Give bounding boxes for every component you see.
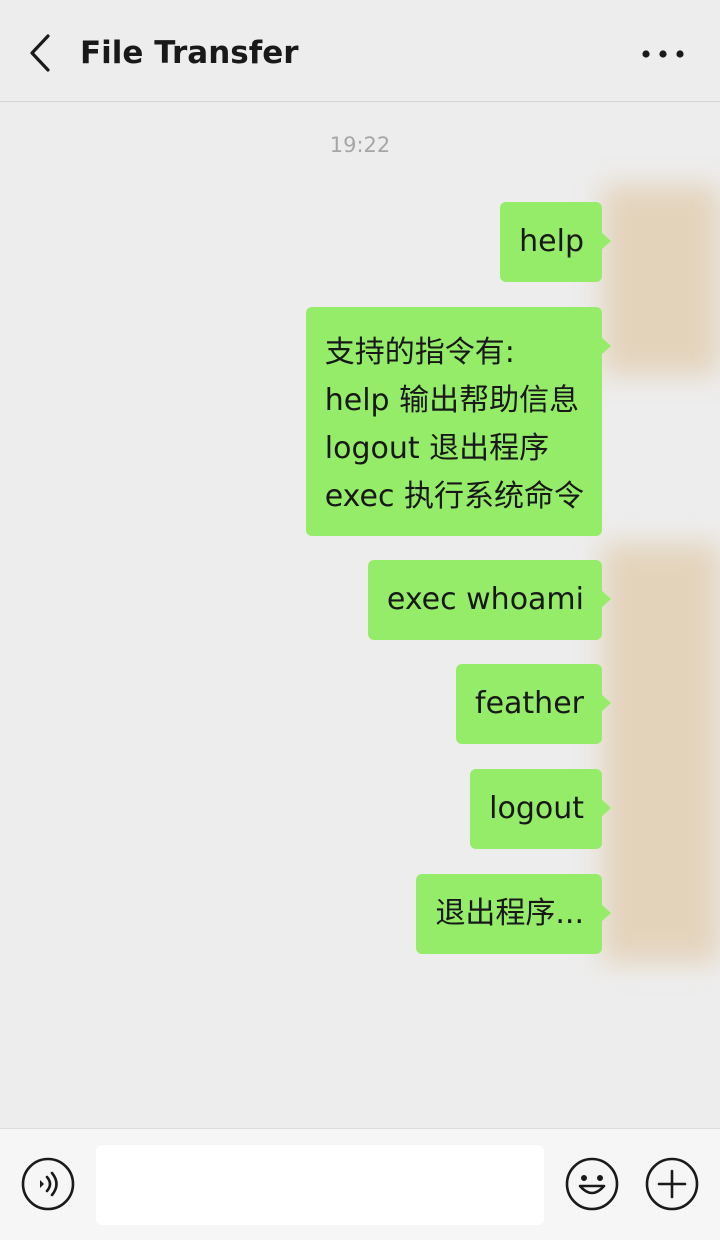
- more-button[interactable]: [640, 40, 686, 68]
- emoji-button[interactable]: [564, 1156, 620, 1212]
- more-horizontal-icon: [642, 50, 684, 58]
- message-line: help 输出帮助信息: [324, 383, 580, 418]
- message-bubble[interactable]: 退出程序...: [416, 874, 611, 954]
- message-input[interactable]: [96, 1145, 544, 1225]
- top-bar: File Transfer: [0, 0, 720, 102]
- message-bubble[interactable]: help: [500, 202, 611, 282]
- more-functions-button[interactable]: [644, 1156, 700, 1212]
- message-bubble[interactable]: logout: [470, 769, 611, 849]
- emoji-icon: [565, 1157, 619, 1211]
- voice-button[interactable]: [20, 1156, 76, 1212]
- back-button[interactable]: [22, 30, 58, 76]
- voice-icon: [21, 1157, 75, 1211]
- plus-icon: [645, 1157, 699, 1211]
- avatar[interactable]: [602, 185, 720, 375]
- message-line: exec 执行系统命令: [324, 479, 584, 514]
- message-list[interactable]: 19:22 help 支持的指令有: help 输出帮助信息 logout 退出…: [0, 103, 720, 1128]
- avatar[interactable]: [602, 543, 720, 963]
- message-bubble[interactable]: feather: [456, 664, 611, 744]
- message-bubble[interactable]: 支持的指令有: help 输出帮助信息 logout 退出程序 exec 执行系…: [305, 307, 612, 536]
- message-line: 支持的指令有:: [324, 335, 515, 370]
- chevron-left-icon: [30, 34, 50, 72]
- message-bubble[interactable]: exec whoami: [367, 560, 612, 640]
- input-bar: [0, 1128, 720, 1240]
- message-line: logout 退出程序: [324, 431, 550, 466]
- message-timestamp: 19:22: [329, 133, 391, 157]
- chat-title: File Transfer: [80, 35, 299, 71]
